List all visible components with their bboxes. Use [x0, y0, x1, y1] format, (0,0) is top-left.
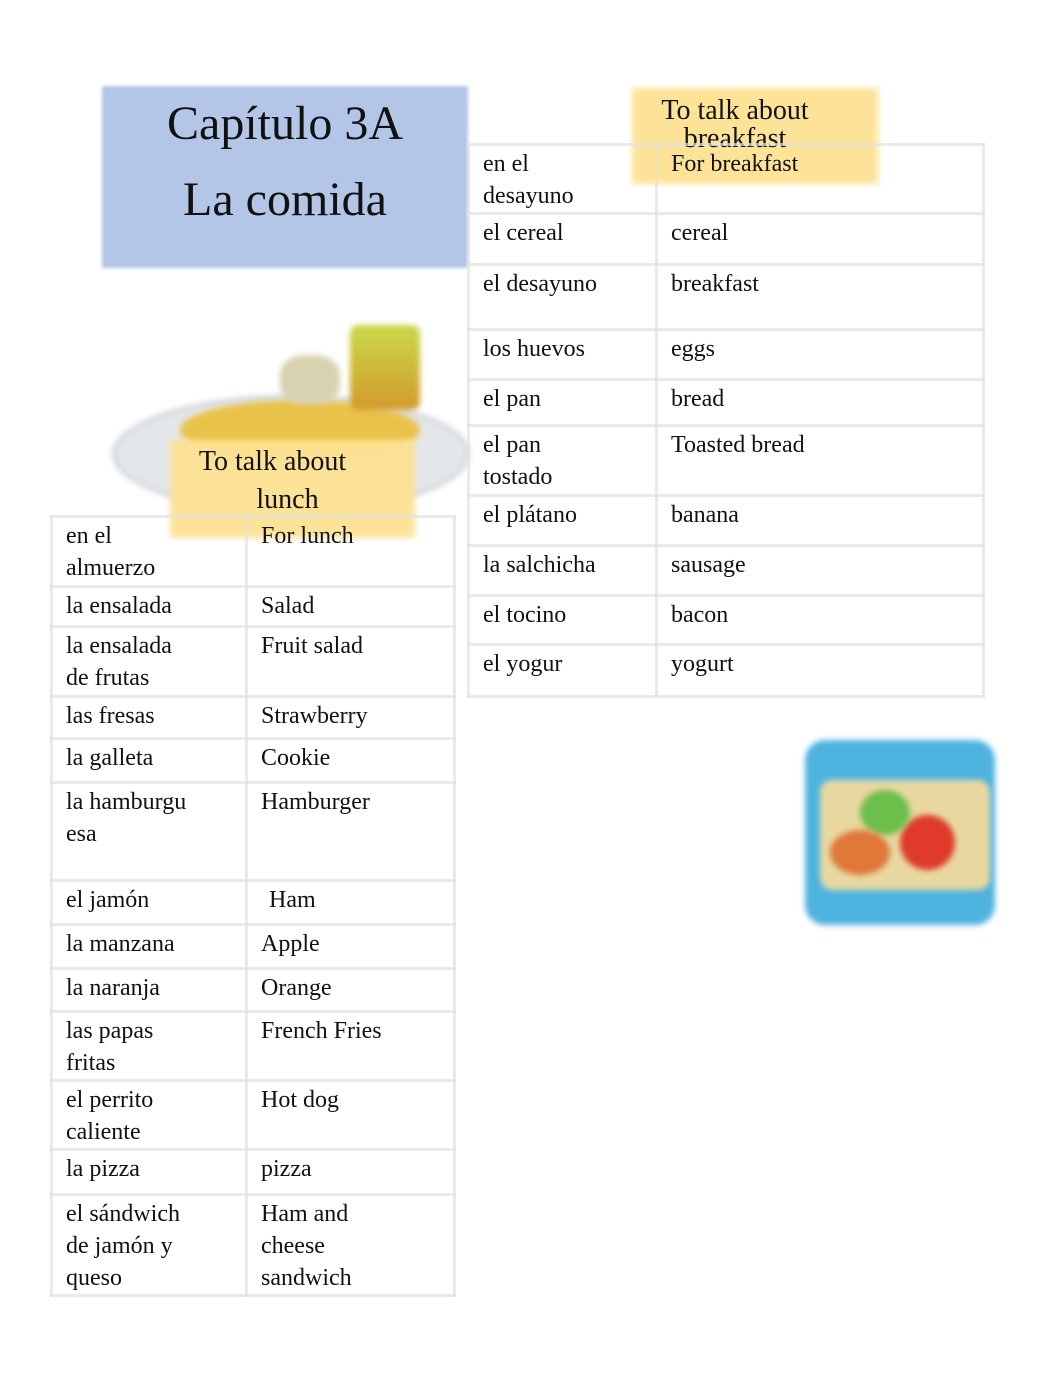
table-row: el jamón Ham: [50, 879, 456, 926]
table-row: el plátano banana: [467, 494, 985, 547]
table-cell: las papas fritas: [50, 1010, 248, 1082]
spanish-term: el pan: [467, 378, 658, 427]
table-row: el sándwich de jamón y queso Ham and chee…: [50, 1193, 456, 1297]
spanish-term: la naranja: [50, 967, 248, 1013]
english-term: Toasted bread: [655, 424, 985, 497]
table-row: las fresas Strawberry: [50, 695, 456, 740]
table-cell: el pan tostado: [467, 424, 658, 497]
table-cell: la ensalada de frutas: [50, 625, 248, 698]
spanish-term: en el desayuno: [483, 151, 574, 209]
table-cell: el perrito caliente: [50, 1079, 248, 1151]
english-term: Cookie: [245, 737, 456, 784]
english-term: breakfast: [655, 263, 985, 331]
spanish-term: el jamón: [50, 879, 248, 926]
english-term: For lunch: [245, 515, 456, 588]
spanish-term: el desayuno: [483, 271, 597, 297]
english-term: Orange: [245, 967, 456, 1013]
english-term: Fruit salad: [245, 625, 456, 698]
table-row: el pan bread: [467, 378, 985, 427]
english-term: cereal: [655, 212, 985, 266]
spanish-term: el yogur: [467, 643, 658, 698]
title-line-1: Capítulo 3A: [167, 97, 403, 150]
english-term: yogurt: [655, 643, 985, 698]
spanish-term: en el almuerzo: [66, 523, 156, 581]
table-cell: el desayuno: [467, 263, 658, 331]
table-cell: el sándwich de jamón y queso: [50, 1193, 248, 1297]
spanish-term: la pizza: [50, 1148, 248, 1196]
table-cell: en el almuerzo: [50, 515, 248, 588]
spanish-term: el plátano: [467, 494, 658, 547]
english-term: French Fries: [245, 1010, 456, 1082]
table-row: la pizza pizza: [50, 1148, 456, 1196]
english-term: Apple: [245, 923, 456, 970]
english-term: banana: [655, 494, 985, 547]
english-term: Hamburger: [245, 781, 456, 882]
spanish-term: la hamburguesa: [66, 789, 187, 847]
english-cell: For breakfast: [655, 143, 985, 215]
lunch-label-line: lunch: [256, 484, 319, 515]
table-row: la manzana Apple: [50, 923, 456, 970]
english-term: Ham and cheese sandwich: [261, 1201, 352, 1291]
table-row: el perrito caliente Hot dog: [50, 1079, 456, 1151]
lunch-vocab-table: en el almuerzo For lunch la ensalada Salad…: [50, 515, 456, 1297]
spanish-term: el cereal: [467, 212, 658, 266]
table-row: la ensalada de frutas Fruit salad: [50, 625, 456, 698]
table-row: los huevos eggs: [467, 328, 985, 381]
spanish-term: el sándwich de jamón y queso: [66, 1201, 180, 1291]
lunch-label-line: To talk about: [198, 446, 347, 477]
english-term: Strawberry: [245, 695, 456, 740]
english-term: eggs: [655, 328, 985, 381]
table-row: la hamburguesa Hamburger: [50, 781, 456, 882]
table-row: el pan tostado Toasted bread: [467, 424, 985, 497]
english-term: sausage: [655, 544, 985, 597]
spanish-cell: en el desayuno: [467, 143, 658, 215]
spanish-term: la ensalada: [50, 585, 248, 628]
table-cell: Ham and cheese sandwich: [245, 1193, 456, 1297]
table-row: el tocino bacon: [467, 594, 985, 646]
table-row: la salchicha sausage: [467, 544, 985, 597]
table-row: en el almuerzo For lunch: [50, 515, 456, 588]
spanish-term: la salchicha: [467, 544, 658, 597]
table-row: en el desayuno For breakfast: [467, 143, 985, 215]
spanish-term: la galleta: [50, 737, 248, 784]
spanish-term: la manzana: [50, 923, 248, 970]
table-row: la galleta Cookie: [50, 737, 456, 784]
spanish-term: el perrito caliente: [66, 1087, 154, 1145]
table-row: el desayuno breakfast: [467, 263, 985, 331]
english-term: bacon: [655, 594, 985, 646]
english-term: bread: [655, 378, 985, 427]
spanish-term: las fresas: [50, 695, 248, 740]
spanish-term: el pan tostado: [483, 432, 553, 490]
english-term: Hot dog: [245, 1079, 456, 1151]
table-row: las papas fritas French Fries: [50, 1010, 456, 1082]
table-row: la ensalada Salad: [50, 585, 456, 628]
table-row: el yogur yogurt: [467, 643, 985, 698]
spanish-term: el tocino: [467, 594, 658, 646]
spanish-term: las papas fritas: [66, 1018, 154, 1076]
english-term: Ham: [245, 879, 456, 926]
table-cell: la hamburguesa: [50, 781, 248, 882]
spanish-term: la ensalada de frutas: [66, 633, 172, 691]
english-term: pizza: [245, 1148, 456, 1196]
breakfast-vocab-table: en el desayuno For breakfast el cereal cer…: [467, 143, 985, 698]
lunch-label: To talk about lunch: [170, 443, 375, 519]
table-row: la naranja Orange: [50, 967, 456, 1013]
english-term: Salad: [245, 585, 456, 628]
table-row: el cereal cereal: [467, 212, 985, 266]
title-line-2: La comida: [183, 173, 387, 226]
page-title: Capítulo 3A La comida: [102, 86, 468, 238]
spanish-term: los huevos: [467, 328, 658, 381]
